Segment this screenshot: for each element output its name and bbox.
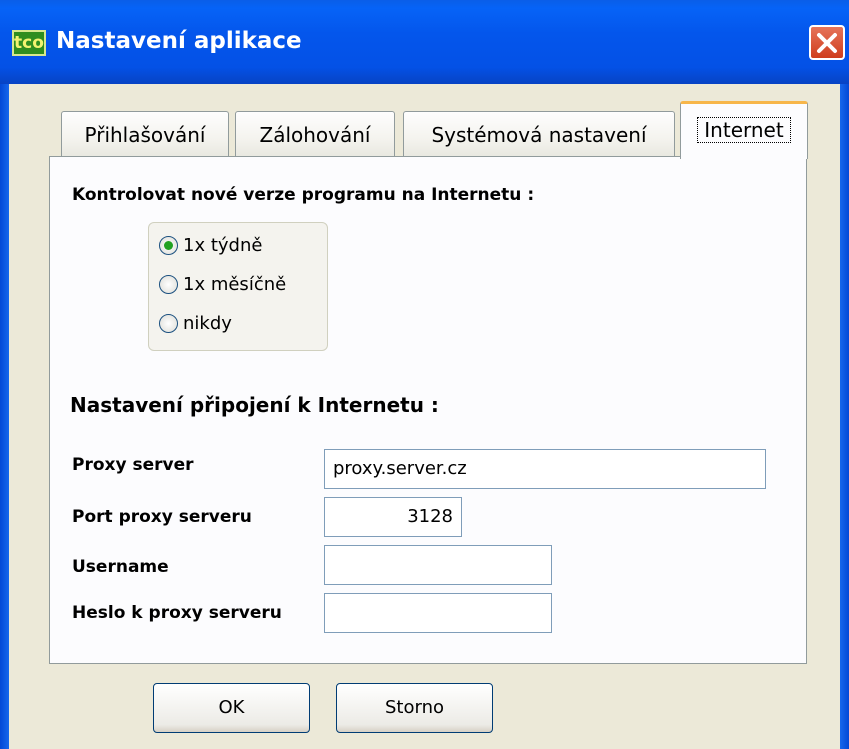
check-updates-label: Kontrolovat nové verze programu na Inter… <box>72 185 535 205</box>
proxy-port-input[interactable]: 3128 <box>324 497 462 537</box>
radio-monthly[interactable]: 1x měsíčně <box>159 270 324 300</box>
app-logo-icon: tco <box>12 30 46 56</box>
proxy-server-input[interactable]: proxy.server.cz <box>324 449 766 489</box>
proxy-server-label: Proxy server <box>72 455 194 475</box>
tab-zalohovani[interactable]: Zálohování <box>235 111 395 157</box>
proxy-port-label: Port proxy serveru <box>72 507 252 527</box>
tab-label: Internet <box>697 117 791 143</box>
cancel-button[interactable]: Storno <box>336 683 493 733</box>
update-frequency-group: 1x týdně 1x měsíčně nikdy <box>148 222 328 351</box>
radio-weekly[interactable]: 1x týdně <box>159 231 324 261</box>
radio-label: 1x týdně <box>183 235 263 256</box>
ok-button[interactable]: OK <box>153 683 310 733</box>
close-button[interactable] <box>809 25 845 60</box>
proxy-password-label: Heslo k proxy serveru <box>72 603 282 623</box>
tab-label: Zálohování <box>259 123 371 147</box>
username-label: Username <box>72 557 169 577</box>
radio-label: nikdy <box>183 313 232 334</box>
tab-systemova-nastaveni[interactable]: Systémová nastavení <box>403 111 675 157</box>
radio-unselected-icon[interactable] <box>159 314 178 333</box>
title-bar[interactable]: tco Nastavení aplikace <box>0 0 849 84</box>
connection-settings-heading: Nastavení připojení k Internetu : <box>70 393 439 417</box>
tab-label: Přihlašování <box>84 123 206 147</box>
radio-selected-icon[interactable] <box>159 236 178 255</box>
username-input[interactable] <box>324 545 552 585</box>
tab-prihlasovani[interactable]: Přihlašování <box>61 111 229 157</box>
radio-never[interactable]: nikdy <box>159 309 324 339</box>
close-icon <box>817 33 837 53</box>
window-frame-left <box>0 84 9 749</box>
tab-internet[interactable]: Internet <box>680 101 808 159</box>
tab-label: Systémová nastavení <box>431 123 647 147</box>
window-frame-right <box>840 84 849 749</box>
settings-dialog: tco Nastavení aplikace Přihlašování Zálo… <box>0 0 849 749</box>
window-title: Nastavení aplikace <box>56 28 302 54</box>
radio-label: 1x měsíčně <box>183 274 287 295</box>
radio-unselected-icon[interactable] <box>159 275 178 294</box>
proxy-password-input[interactable] <box>324 593 552 633</box>
